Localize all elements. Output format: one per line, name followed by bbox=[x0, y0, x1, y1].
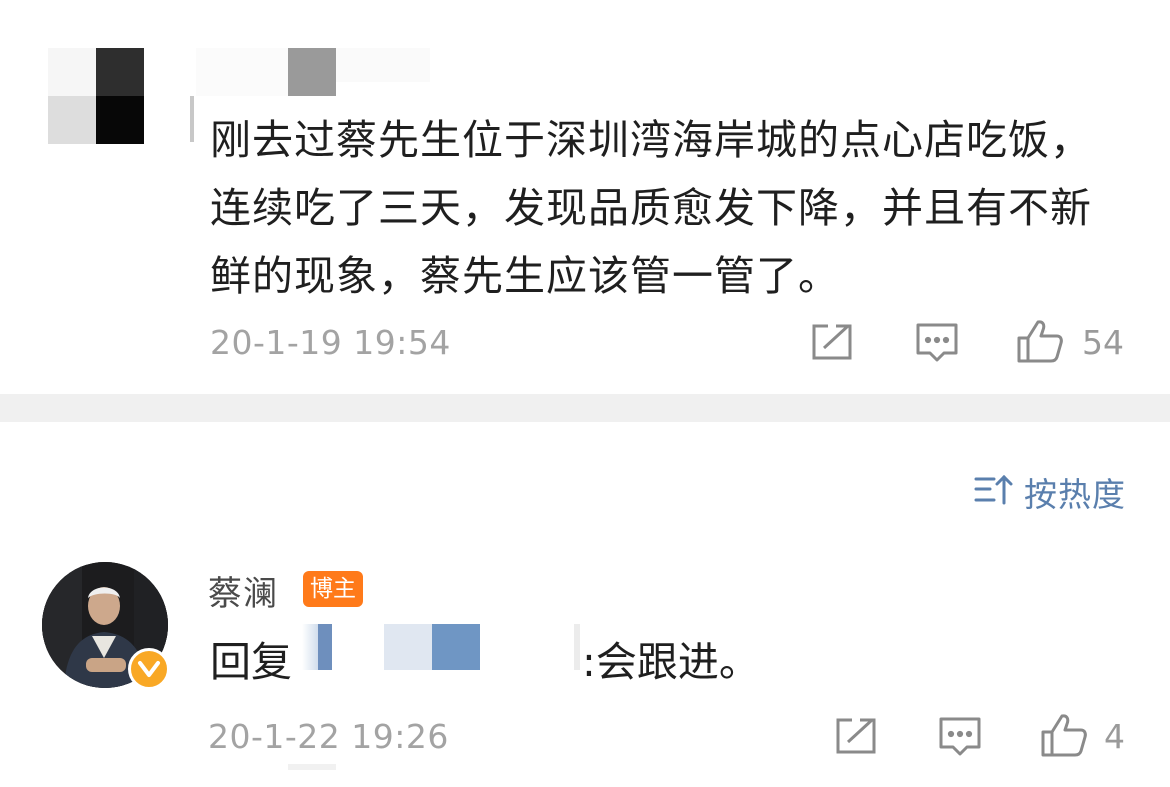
verified-badge-icon bbox=[128, 648, 170, 690]
author-badge: 博主 bbox=[303, 571, 363, 607]
reply-timestamp: 20-1-22 19:26 bbox=[208, 717, 449, 756]
reply-share-icon[interactable] bbox=[834, 716, 878, 760]
section-divider bbox=[0, 394, 1170, 422]
reply-prefix: 回复 bbox=[210, 638, 292, 686]
reply-thumbs-up-icon[interactable] bbox=[1040, 712, 1088, 762]
sort-label: 按热度 bbox=[1024, 475, 1126, 514]
like-count: 54 bbox=[1082, 323, 1124, 362]
reply-text: :会跟进。 bbox=[582, 638, 760, 686]
reply-comment-icon[interactable] bbox=[938, 716, 982, 764]
comment-icon[interactable] bbox=[915, 322, 959, 370]
comment-text: 刚去过蔡先生位于深圳湾海岸城的点心店吃饭，连续吃了三天，发现品质愈发下降，并且有… bbox=[210, 116, 1092, 300]
sort-icon bbox=[974, 473, 1014, 511]
comment-timestamp: 20-1-19 19:54 bbox=[210, 323, 451, 362]
redaction-fragment bbox=[288, 764, 336, 770]
sort-by-popularity-button[interactable]: 按热度 bbox=[974, 468, 1126, 516]
thumbs-up-icon[interactable] bbox=[1016, 318, 1064, 368]
reply-like-count: 4 bbox=[1104, 717, 1125, 756]
author-name[interactable]: 蔡澜 bbox=[208, 566, 278, 615]
share-icon[interactable] bbox=[810, 322, 854, 366]
